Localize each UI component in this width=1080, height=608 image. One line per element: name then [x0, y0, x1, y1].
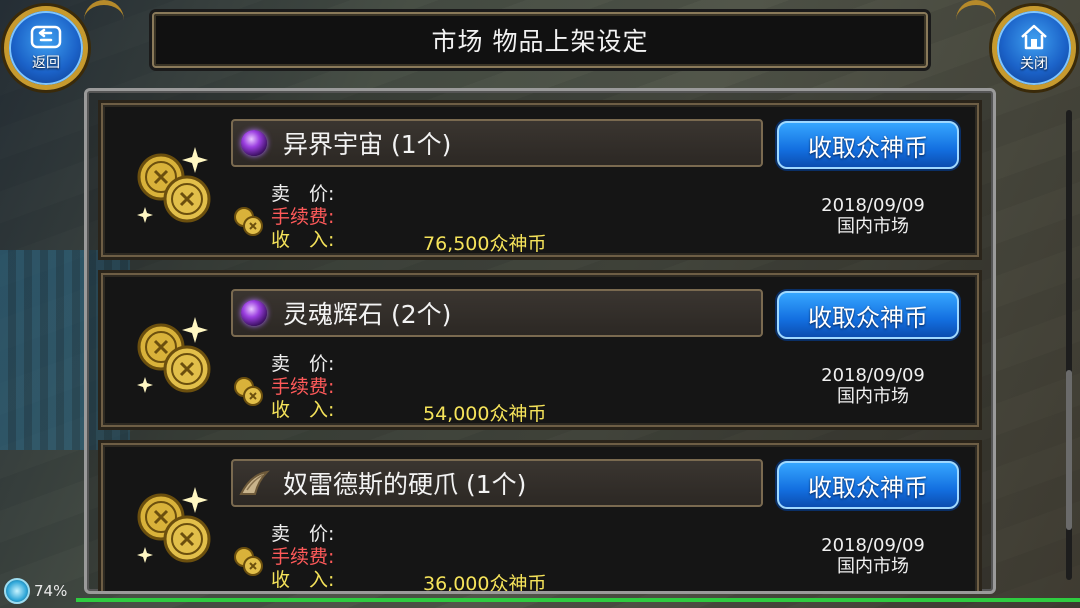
income-value: 54,000众神币 [423, 403, 547, 425]
gold-coins-icon [137, 317, 211, 393]
income-value: 76,500众神币 [423, 233, 547, 255]
small-coins-icon [234, 377, 263, 406]
income-label: 收 入: [271, 569, 335, 591]
price-label: 卖 价: [271, 353, 335, 375]
listing-meta: 2018/09/09 国内市场 [803, 535, 943, 577]
fee-label: 手续费: [271, 376, 335, 398]
income-label: 收 入: [271, 229, 335, 251]
fee-label: 手续费: [271, 546, 335, 568]
listing-panel: 异界宇宙 (1个) 收取众神币 卖 价: 手续费: 收 入: 76,500众神币… [84, 88, 996, 594]
price-label: 卖 价: [271, 183, 335, 205]
home-icon [1021, 24, 1047, 50]
listing-row: 奴雷德斯的硬爪 (1个) 收取众神币 卖 价: 手续费: 收 入: 36,000… [101, 443, 979, 594]
scrollbar[interactable] [1066, 110, 1072, 580]
claw-icon [239, 470, 270, 495]
listing-meta: 2018/09/09 国内市场 [803, 365, 943, 407]
item-name-bar: 异界宇宙 (1个) [231, 119, 763, 167]
claim-coins-button[interactable]: 收取众神币 [777, 461, 959, 509]
back-button[interactable]: 返回 [4, 6, 88, 90]
purple-orb-icon [241, 130, 267, 156]
market-name: 国内市场 [837, 386, 909, 407]
market-name: 国内市场 [837, 216, 909, 237]
listing-row: 灵魂辉石 (2个) 收取众神币 卖 价: 手续费: 收 入: 54,000众神币… [101, 273, 979, 427]
gold-flourish-left [84, 0, 124, 70]
listing-meta: 2018/09/09 国内市场 [803, 195, 943, 237]
small-coins-icon [234, 547, 263, 576]
purple-orb-icon [241, 300, 267, 326]
item-name-bar: 奴雷德斯的硬爪 (1个) [231, 459, 763, 507]
gold-coins-icon [137, 147, 211, 223]
close-label: 关闭 [1020, 56, 1048, 72]
gold-coins-icon [137, 487, 211, 563]
item-name: 灵魂辉石 (2个) [283, 300, 452, 329]
item-name: 奴雷德斯的硬爪 (1个) [283, 470, 527, 499]
scrollbar-thumb[interactable] [1066, 370, 1072, 530]
status-line [76, 598, 1080, 602]
price-label: 卖 价: [271, 523, 335, 545]
claim-coins-button[interactable]: 收取众神币 [777, 291, 959, 339]
income-value: 36,000众神币 [423, 573, 547, 594]
price-labels: 卖 价: 手续费: 收 入: [271, 353, 334, 422]
small-coins-icon [234, 207, 263, 236]
market-name: 国内市场 [837, 556, 909, 577]
gold-flourish-right [956, 0, 996, 70]
price-labels: 卖 价: 手续费: 收 入: [271, 183, 334, 252]
fee-label: 手续费: [271, 206, 335, 228]
battery-percent: 74% [34, 582, 68, 600]
listing-date: 2018/09/09 [821, 195, 925, 216]
back-label: 返回 [32, 55, 60, 71]
item-name-bar: 灵魂辉石 (2个) [231, 289, 763, 337]
back-arrow-icon [30, 25, 62, 49]
price-labels: 卖 价: 手续费: 收 入: [271, 523, 335, 591]
title-bar: 市场 物品上架设定 [152, 12, 928, 68]
claim-coins-button[interactable]: 收取众神币 [777, 121, 959, 169]
listing-date: 2018/09/09 [821, 365, 925, 386]
battery-icon [4, 578, 30, 604]
income-label: 收 入: [271, 399, 335, 421]
close-button[interactable]: 关闭 [992, 6, 1076, 90]
listing-date: 2018/09/09 [821, 535, 925, 556]
item-name: 异界宇宙 (1个) [283, 130, 452, 159]
listing-row: 异界宇宙 (1个) 收取众神币 卖 价: 手续费: 收 入: 76,500众神币… [101, 103, 979, 257]
page-title: 市场 物品上架设定 [431, 27, 649, 56]
battery-status: 74% [4, 578, 67, 604]
